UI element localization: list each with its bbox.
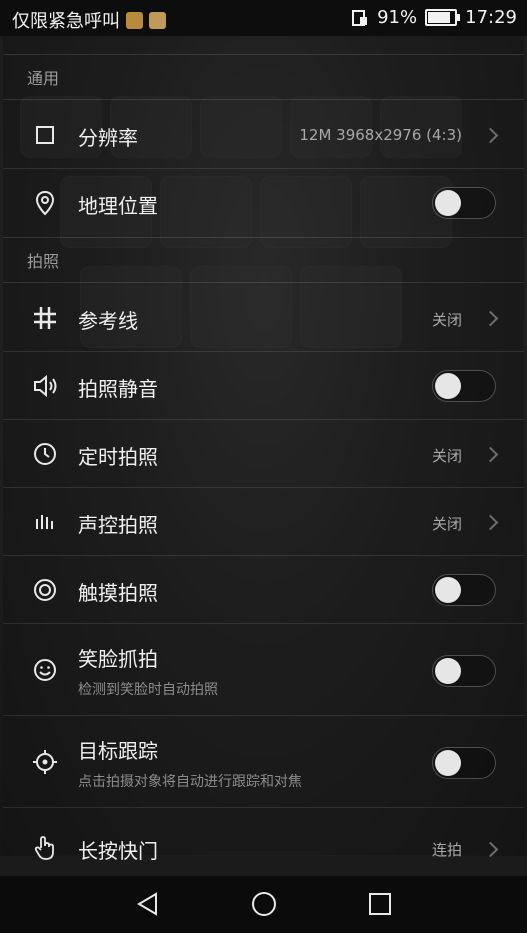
location-toggle[interactable] [432,187,496,219]
grid-icon [34,307,56,329]
setting-grid[interactable]: 参考线 关闭 [3,284,524,352]
setting-tracking[interactable]: 目标跟踪 点击拍摄对象将自动进行跟踪和对焦 [3,716,524,808]
touch-toggle[interactable] [432,574,496,606]
clock: 17:29 [465,7,517,28]
recents-icon[interactable] [366,890,394,918]
section-general: 通用 [3,54,524,100]
chevron-right-icon [482,127,499,144]
setting-mute[interactable]: 拍照静音 [3,352,524,420]
settings-panel: 通用 分辨率 12M 3968x2976 (4:3) 地理位置 拍照 参考线 关… [3,36,524,863]
smile-description: 检测到笑脸时自动拍照 [78,682,218,698]
gallery-notification-icon [149,11,166,29]
smile-label: 笑脸抓拍 [78,647,158,671]
timer-label: 定时拍照 [78,445,158,469]
tracking-toggle[interactable] [432,747,496,779]
timer-value: 关闭 [431,447,462,465]
smile-face-icon [34,659,56,681]
chevron-right-icon [482,841,499,858]
navigation-bar [0,876,527,933]
battery-percent: 91% [377,7,418,28]
chevron-right-icon [482,446,499,463]
target-icon [33,750,57,774]
chevron-right-icon [482,310,499,327]
longpress-label: 长按快门 [78,839,158,863]
section-photo: 拍照 [3,237,524,283]
notification-app-icon [126,11,143,29]
voice-label: 声控拍照 [78,513,158,537]
setting-voice[interactable]: 声控拍照 关闭 [3,488,524,556]
mute-label: 拍照静音 [78,377,158,401]
smile-toggle[interactable] [432,655,496,687]
status-bar: 仅限紧急呼叫 91% 17:29 [0,0,527,36]
resolution-value: 12M 3968x2976 (4:3) [299,126,462,144]
section-photo-label: 拍照 [27,252,60,271]
clock-icon [34,443,56,465]
voice-value: 关闭 [431,515,462,533]
setting-location[interactable]: 地理位置 [3,169,524,237]
resolution-icon [36,126,54,144]
setting-timer[interactable]: 定时拍照 关闭 [3,420,524,488]
home-icon[interactable] [250,890,278,918]
tracking-description: 点击拍摄对象将自动进行跟踪和对焦 [78,774,302,790]
section-general-label: 通用 [27,69,60,88]
location-label: 地理位置 [78,194,158,218]
grid-label: 参考线 [78,309,138,333]
touch-capture-icon [34,579,56,601]
audio-bars-icon [36,515,53,529]
setting-longpress[interactable]: 长按快门 连拍 [3,808,524,863]
carrier-text: 仅限紧急呼叫 [12,11,120,32]
tracking-label: 目标跟踪 [78,739,158,763]
speaker-icon [34,374,57,398]
setting-resolution[interactable]: 分辨率 12M 3968x2976 (4:3) [3,101,524,169]
hand-touch-icon [34,836,54,860]
grid-value: 关闭 [431,311,462,329]
longpress-value: 连拍 [431,841,462,859]
setting-smile[interactable]: 笑脸抓拍 检测到笑脸时自动拍照 [3,624,524,716]
location-pin-icon [35,190,55,216]
touch-label: 触摸拍照 [78,581,158,605]
mute-toggle[interactable] [432,370,496,402]
sim-card-icon [352,9,368,26]
back-icon[interactable] [134,890,162,918]
chevron-right-icon [482,514,499,531]
setting-touch[interactable]: 触摸拍照 [3,556,524,624]
resolution-label: 分辨率 [78,126,138,150]
battery-icon [425,9,461,26]
